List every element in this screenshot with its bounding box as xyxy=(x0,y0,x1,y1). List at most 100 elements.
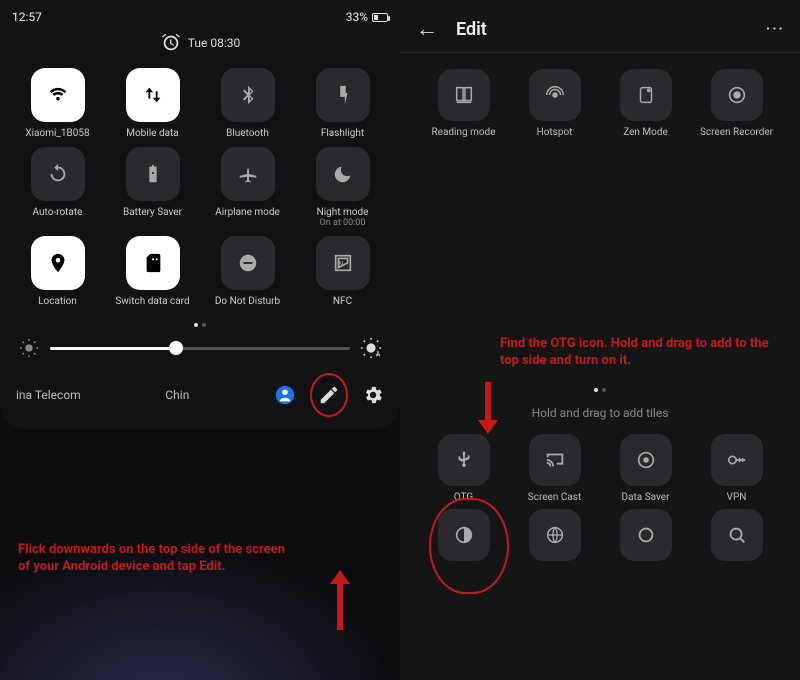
notification-shade: 12:57 33% Tue 08:30 Xiaomi_1B058 Mobile d… xyxy=(0,0,400,429)
qs-tile-wifi[interactable]: Xiaomi_1B058 xyxy=(12,68,103,139)
tile-label: Screen Recorder xyxy=(700,127,773,138)
page-indicator xyxy=(12,323,388,327)
tile-globe[interactable] xyxy=(511,509,598,567)
book-icon xyxy=(438,69,490,121)
tile-label: NFC xyxy=(333,296,352,307)
active-tiles-grid: Reading mode Hotspot Zen Mode Screen Record… xyxy=(400,53,800,138)
rec-icon xyxy=(711,69,763,121)
available-tiles-grid: OTG Screen Cast Data Saver VPN xyxy=(400,428,800,503)
brightness-low-icon xyxy=(18,337,40,359)
qs-tile-rotate[interactable]: Auto-rotate xyxy=(12,147,103,228)
alarm-icon xyxy=(160,32,182,54)
batt-icon xyxy=(126,147,180,201)
search-icon xyxy=(711,509,763,561)
disc-icon xyxy=(620,434,672,486)
alarm-row[interactable]: Tue 08:30 xyxy=(12,32,388,54)
qs-tile-pin[interactable]: Location xyxy=(12,236,103,307)
tile-zen[interactable]: Zen Mode xyxy=(602,69,689,138)
tile-book[interactable]: Reading mode xyxy=(420,69,507,138)
key-icon xyxy=(711,434,763,486)
sim-icon xyxy=(126,236,180,290)
edit-button[interactable] xyxy=(310,373,348,417)
globe-icon xyxy=(529,509,581,561)
qs-tile-data[interactable]: Mobile data xyxy=(107,68,198,139)
tile-label: Location xyxy=(38,296,77,307)
tile-label: Bluetooth xyxy=(226,128,269,139)
rotate-icon xyxy=(31,147,85,201)
tile-hotspot[interactable]: Hotspot xyxy=(511,69,598,138)
tile-key[interactable]: VPN xyxy=(693,434,780,503)
tile-label: Night mode xyxy=(317,207,369,218)
tile-label: Data Saver xyxy=(622,492,670,503)
shade-footer: ina Telecom Chin xyxy=(12,373,388,419)
brightness-auto-icon[interactable]: A xyxy=(360,337,382,359)
svg-text:A: A xyxy=(376,349,381,358)
ring-icon xyxy=(620,509,672,561)
tile-disc[interactable]: Data Saver xyxy=(602,434,689,503)
tile-label: Xiaomi_1B058 xyxy=(25,128,89,139)
dnd-icon xyxy=(221,236,275,290)
phone-left-quick-settings: 12:57 33% Tue 08:30 Xiaomi_1B058 Mobile d… xyxy=(0,0,400,680)
tile-usb[interactable]: OTG xyxy=(420,434,507,503)
edit-title: Edit xyxy=(456,19,746,40)
qs-tile-plane[interactable]: Airplane mode xyxy=(202,147,293,228)
moon-icon xyxy=(316,147,370,201)
tile-sublabel: On at 00:00 xyxy=(320,218,366,228)
nfc-icon: N xyxy=(316,236,370,290)
battery-percent: 33% xyxy=(346,10,368,24)
instruction-left: Flick downwards on the top side of the s… xyxy=(18,542,298,576)
tile-ring[interactable] xyxy=(602,509,689,567)
qs-tile-dnd[interactable]: Do Not Disturb xyxy=(202,236,293,307)
qs-tile-batt[interactable]: Battery Saver xyxy=(107,147,198,228)
tile-label: Hotspot xyxy=(537,127,573,138)
tile-cast[interactable]: Screen Cast xyxy=(511,434,598,503)
carrier-2: Chin xyxy=(165,388,189,402)
tile-label: Airplane mode xyxy=(215,207,280,218)
brightness-row: A xyxy=(12,337,388,359)
tile-label: Zen Mode xyxy=(623,127,668,138)
qs-tile-nfc[interactable]: N NFC xyxy=(297,236,388,307)
drag-hint: Hold and drag to add tiles xyxy=(400,406,800,420)
tile-search[interactable] xyxy=(693,509,780,567)
cast-icon xyxy=(529,434,581,486)
qs-tile-flash[interactable]: Flashlight xyxy=(297,68,388,139)
tile-label: Screen Cast xyxy=(528,492,581,503)
status-bar: 12:57 33% xyxy=(12,8,388,26)
tile-rec[interactable]: Screen Recorder xyxy=(693,69,780,138)
settings-icon[interactable] xyxy=(362,384,384,406)
data-icon xyxy=(126,68,180,122)
arrow-down-annotation xyxy=(478,382,498,434)
carrier-1: ina Telecom xyxy=(16,388,81,402)
otg-highlight-circle xyxy=(429,498,509,594)
qs-tile-sim[interactable]: Switch data card xyxy=(107,236,198,307)
tile-label: Battery Saver xyxy=(123,207,182,218)
flash-icon xyxy=(316,68,370,122)
tile-label: Reading mode xyxy=(431,127,495,138)
instruction-right: Find the OTG icon. Hold and drag to add … xyxy=(500,336,770,370)
tile-label: Do Not Disturb xyxy=(215,296,280,307)
qs-tile-bluetooth[interactable]: Bluetooth xyxy=(202,68,293,139)
usb-icon xyxy=(438,434,490,486)
phone-right-edit-tiles: ← Edit ⋮ Reading mode Hotspot Zen Mode Scre… xyxy=(400,0,800,680)
tile-label: Flashlight xyxy=(321,128,364,139)
user-icon[interactable] xyxy=(274,384,296,406)
back-icon[interactable]: ← xyxy=(416,16,438,42)
overflow-icon[interactable]: ⋮ xyxy=(764,19,785,39)
bluetooth-icon xyxy=(221,68,275,122)
qs-tile-moon[interactable]: Night modeOn at 00:00 xyxy=(297,147,388,228)
battery-icon xyxy=(372,13,388,22)
svg-text:N: N xyxy=(338,260,343,269)
wifi-icon xyxy=(31,68,85,122)
zen-icon xyxy=(620,69,672,121)
edit-header: ← Edit ⋮ xyxy=(400,0,800,53)
tile-label: Switch data card xyxy=(115,296,189,307)
plane-icon xyxy=(221,147,275,201)
quick-tiles-grid: Xiaomi_1B058 Mobile data Bluetooth Flashlig… xyxy=(12,68,388,307)
tile-label: Mobile data xyxy=(126,128,179,139)
tile-label: Auto-rotate xyxy=(33,207,83,218)
brightness-slider[interactable] xyxy=(50,347,350,350)
alarm-text: Tue 08:30 xyxy=(188,36,240,50)
tile-label: VPN xyxy=(727,492,747,503)
arrow-up-annotation xyxy=(330,570,350,630)
status-time: 12:57 xyxy=(12,10,42,24)
